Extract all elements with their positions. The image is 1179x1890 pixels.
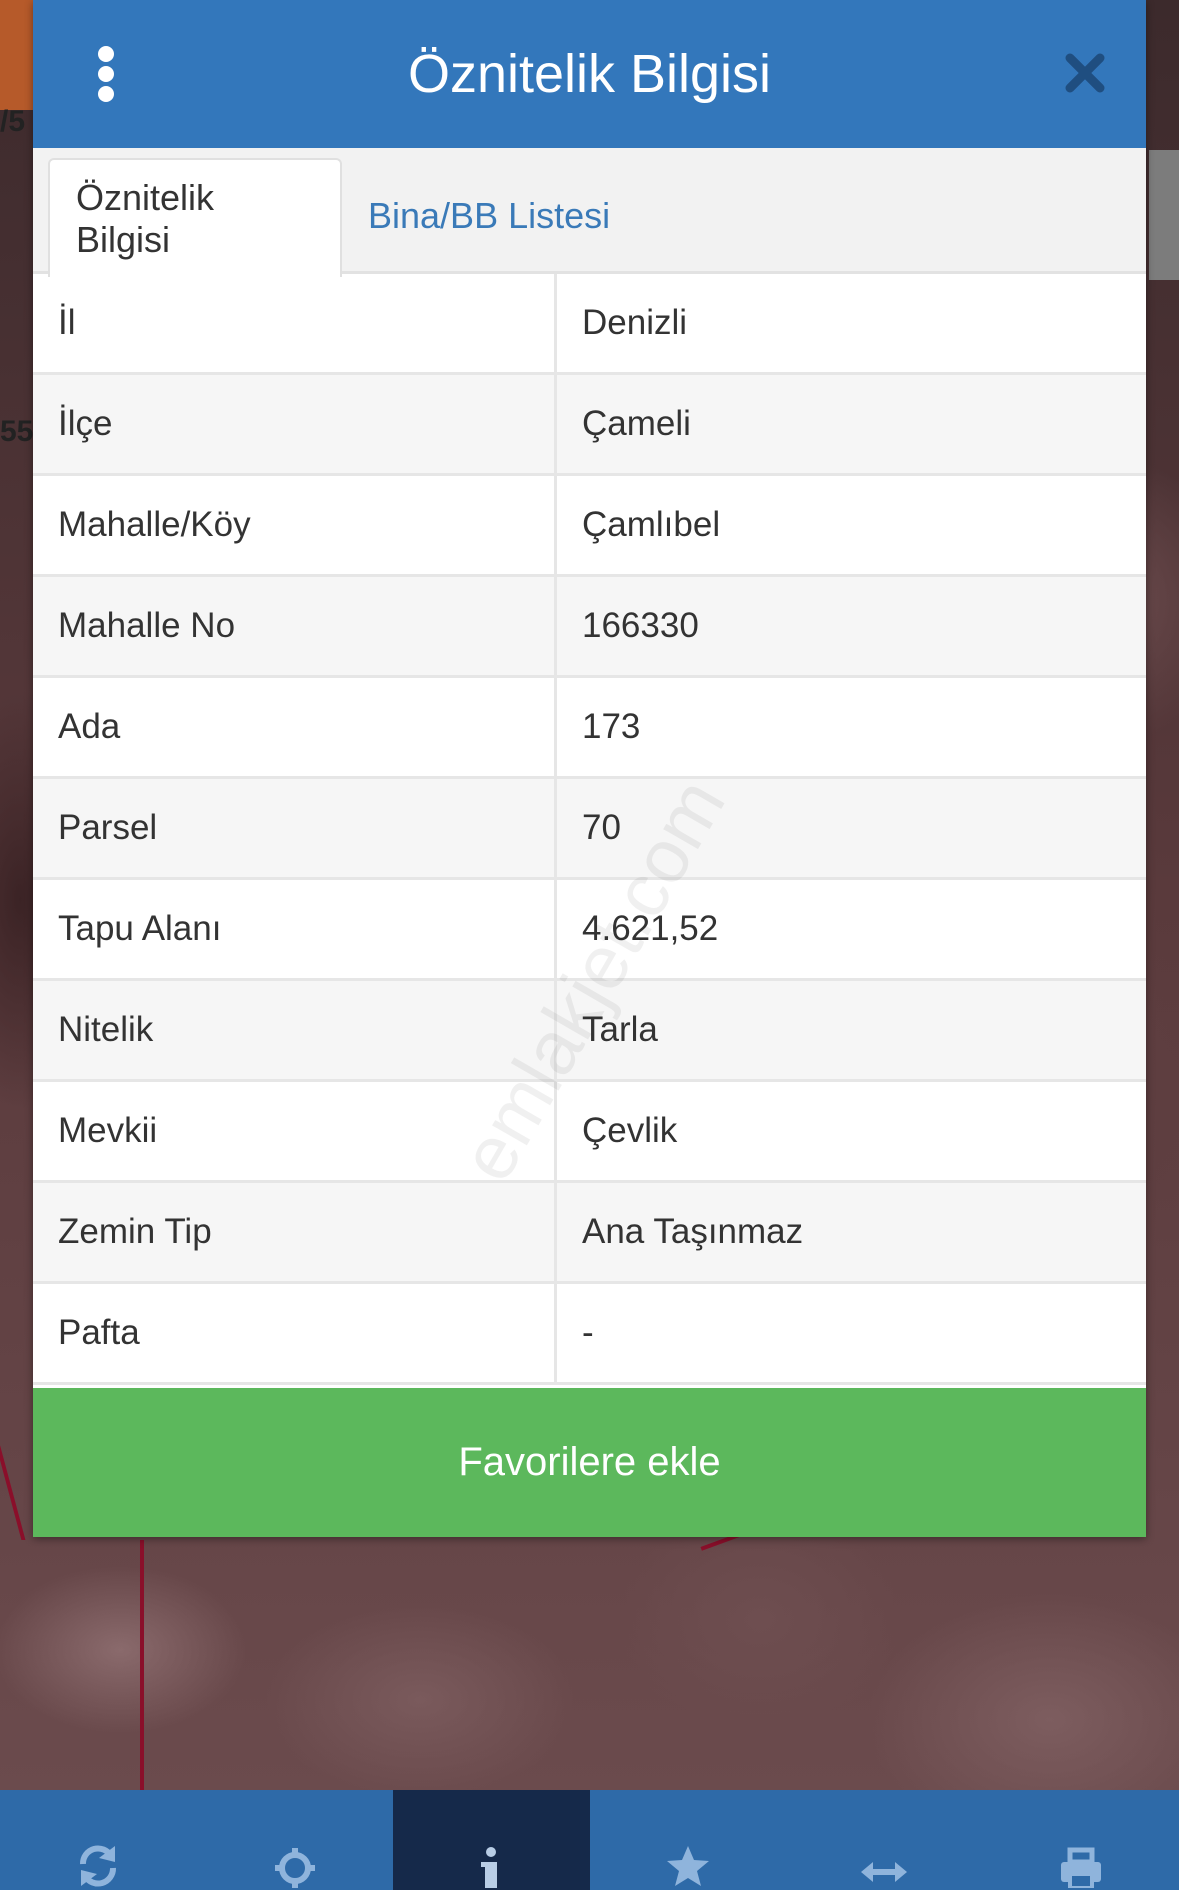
measure-button[interactable] [786, 1790, 983, 1890]
bottom-toolbar [0, 1790, 1179, 1890]
attribute-value: 70 [582, 808, 621, 847]
table-row: Mahalle No 166330 [33, 577, 1146, 678]
attribute-label: Tapu Alanı [33, 880, 557, 978]
table-row: Mahalle/Köy Çamlıbel [33, 476, 1146, 577]
refresh-button[interactable] [0, 1790, 197, 1890]
attribute-value: 4.621,52 [582, 909, 719, 948]
dialog-header: Öznitelik Bilgisi [33, 0, 1146, 148]
attribute-value: Denizli [582, 303, 688, 342]
attribute-value: Ana Taşınmaz [582, 1212, 804, 1251]
table-row: Ada 173 [33, 678, 1146, 779]
attribute-label: Nitelik [33, 981, 557, 1079]
attribute-label: İlçe [33, 375, 557, 473]
table-row: İlçe Çameli [33, 375, 1146, 476]
attribute-label: Zemin Tip [33, 1183, 557, 1281]
table-row: Nitelik Tarla [33, 981, 1146, 1082]
attribute-label: Parsel [33, 779, 557, 877]
close-icon[interactable] [1062, 50, 1108, 96]
attribute-label: Pafta [33, 1284, 557, 1382]
table-row: İl Denizli [33, 274, 1146, 375]
attribute-value: - [582, 1313, 594, 1352]
tab-building-list[interactable]: Bina/BB Listesi [342, 158, 636, 274]
measure-icon [861, 1862, 908, 1882]
more-options-icon[interactable] [91, 46, 121, 102]
attribute-value: 173 [582, 707, 641, 746]
table-row: Pafta - [33, 1284, 1146, 1385]
parcel-boundary [140, 1540, 144, 1790]
table-row: Mevkii Çevlik [33, 1082, 1146, 1183]
attribute-table: İl Denizli İlçe Çameli Mahalle/Köy Çamlıbel Ma… [33, 274, 1146, 1385]
attribute-label: Mahalle No [33, 577, 557, 675]
tab-attribute-info[interactable]: Öznitelik Bilgisi [48, 158, 342, 277]
attribute-label: Ada [33, 678, 557, 776]
tab-bar: Öznitelik Bilgisi Bina/BB Listesi [33, 148, 1146, 277]
attribute-label: Mahalle/Köy [33, 476, 557, 574]
attribute-label: Mevkii [33, 1082, 557, 1180]
locate-button[interactable] [197, 1790, 394, 1890]
info-button[interactable] [393, 1790, 590, 1890]
map-label: 55 [0, 415, 34, 448]
table-row: Tapu Alanı 4.621,52 [33, 880, 1146, 981]
favorites-button[interactable] [590, 1790, 787, 1890]
star-icon [666, 1846, 709, 1886]
parcel-boundary [0, 1380, 26, 1540]
attribute-value: Tarla [582, 1010, 658, 1049]
attribute-value: Çameli [582, 404, 691, 443]
add-to-favorites-button[interactable]: Favorilere ekle [33, 1388, 1146, 1537]
attribute-dialog: Öznitelik Bilgisi Öznitelik Bilgisi Bina… [33, 0, 1146, 1537]
attribute-value: Çamlıbel [582, 505, 721, 544]
info-icon [481, 1847, 498, 1888]
map-label: /5 [0, 105, 26, 138]
crosshair-icon [274, 1848, 315, 1888]
refresh-icon [80, 1845, 117, 1887]
attribute-value: 166330 [582, 606, 699, 645]
attribute-value: Çevlik [582, 1111, 678, 1150]
table-row: Parsel 70 [33, 779, 1146, 880]
map-feature [1149, 150, 1179, 280]
table-row: Zemin Tip Ana Taşınmaz [33, 1183, 1146, 1284]
print-icon [1060, 1847, 1101, 1888]
print-button[interactable] [983, 1790, 1179, 1890]
dialog-title: Öznitelik Bilgisi [407, 44, 772, 104]
attribute-label: İl [33, 274, 557, 372]
